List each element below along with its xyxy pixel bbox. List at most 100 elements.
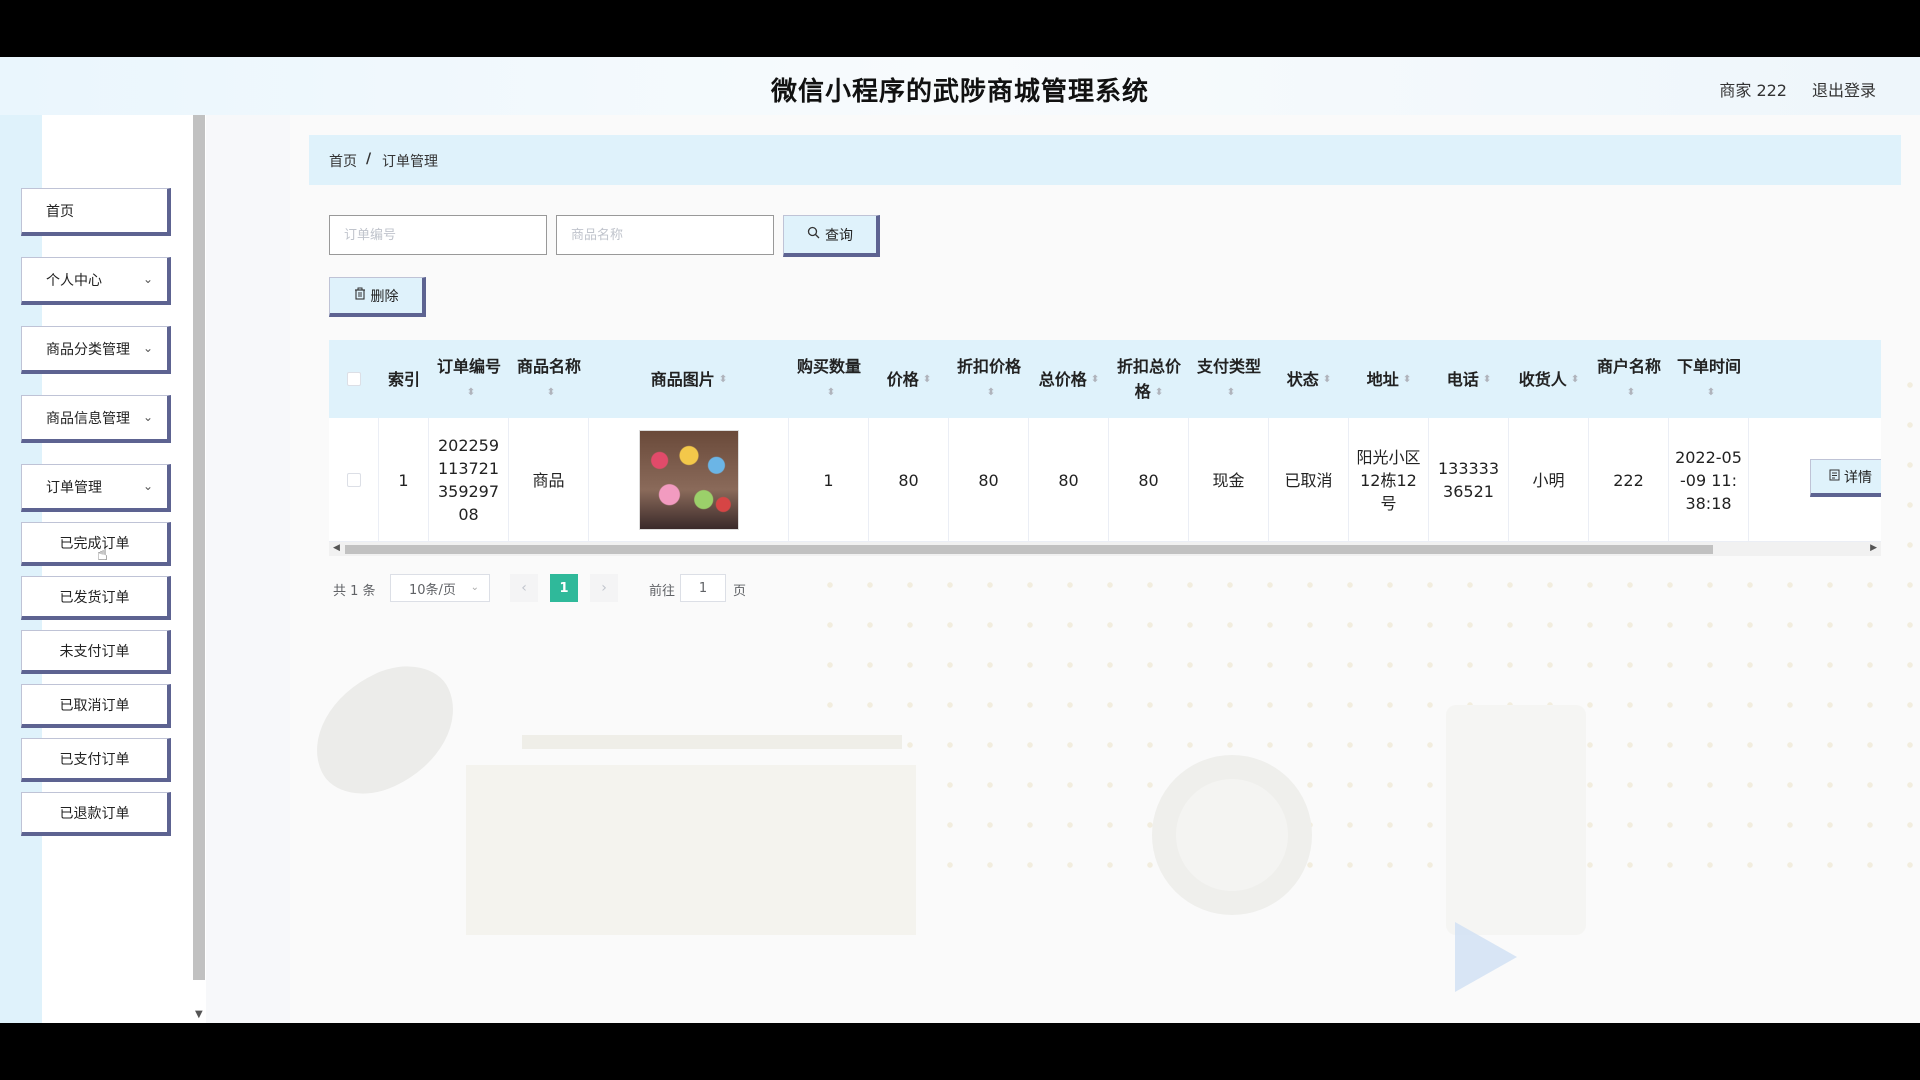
watermark-logo-icon bbox=[1455, 922, 1517, 992]
cell-discount-price: 80 bbox=[949, 418, 1029, 542]
cell-order-no: 20225911372135929708 bbox=[429, 418, 509, 542]
column-header-pay-type[interactable]: 支付类型 ⬍ bbox=[1189, 340, 1269, 418]
product-image[interactable] bbox=[638, 430, 739, 530]
sort-caret-icon[interactable]: ⬍ bbox=[547, 387, 555, 398]
sidebar-scrollbar-thumb[interactable] bbox=[193, 115, 205, 980]
sidebar-item-products[interactable]: 商品信息管理 ⌄ bbox=[21, 395, 171, 443]
column-header-quantity[interactable]: 购买数量 ⬍ bbox=[789, 340, 869, 418]
decoration-box bbox=[466, 765, 916, 935]
cell-product-name: 商品 bbox=[509, 418, 589, 542]
table-header: 索引 订单编号 ⬍ 商品名称 ⬍ 商品图片 ⬍ 购买数量 ⬍ 价格 ⬍ 折扣价格 ⬍ 总价格… bbox=[329, 340, 1881, 418]
column-header-product-image[interactable]: 商品图片 ⬍ bbox=[589, 340, 789, 418]
sidebar: 首页 个人中心 ⌄ 商品分类管理 ⌄ 商品信息管理 ⌄ 订单管理 ⌄ 已完成订单… bbox=[0, 115, 194, 1023]
sort-caret-icon[interactable]: ⬍ bbox=[1227, 387, 1235, 398]
column-header-label: 总价格 bbox=[1038, 369, 1087, 389]
column-header-label: 状态 bbox=[1286, 369, 1319, 389]
column-header-merchant[interactable]: 商户名称 ⬍ bbox=[1589, 340, 1669, 418]
row-select-cell bbox=[329, 418, 379, 542]
scroll-right-arrow-icon[interactable]: ▶ bbox=[1870, 543, 1877, 553]
column-header-label: 折扣价格 bbox=[956, 357, 1021, 376]
sort-caret-icon[interactable]: ⬍ bbox=[1627, 387, 1635, 398]
detail-button[interactable]: 详情 bbox=[1810, 459, 1881, 497]
sort-caret-icon[interactable]: ⬍ bbox=[1571, 375, 1579, 385]
column-header-discount-price[interactable]: 折扣价格 ⬍ bbox=[949, 340, 1029, 418]
sidebar-item-profile[interactable]: 个人中心 ⌄ bbox=[21, 257, 171, 305]
cell-order-time: 2022-05-09 11:38:18 bbox=[1669, 418, 1749, 542]
column-header-receiver[interactable]: 收货人 ⬍ bbox=[1509, 340, 1589, 418]
column-header-product-name[interactable]: 商品名称 ⬍ bbox=[509, 340, 589, 418]
page-size-value: 10条/页 bbox=[409, 582, 456, 598]
sort-caret-icon[interactable]: ⬍ bbox=[1403, 375, 1411, 385]
trash-icon bbox=[354, 287, 366, 304]
sidebar-subitem-label: 已支付订单 bbox=[59, 751, 130, 768]
user-label: 商家 222 bbox=[1719, 81, 1787, 100]
breadcrumb-current: 订单管理 bbox=[382, 154, 438, 170]
page-number-button[interactable]: 1 bbox=[550, 574, 578, 602]
sidebar-item-home[interactable]: 首页 bbox=[21, 188, 171, 236]
detail-button-label: 详情 bbox=[1844, 469, 1872, 486]
sidebar-subitem-refunded[interactable]: 已退款订单 bbox=[21, 792, 171, 836]
column-header-phone[interactable]: 电话 ⬍ bbox=[1429, 340, 1509, 418]
decoration-shelf bbox=[522, 735, 902, 749]
top-header: 微信小程序的武陟商城管理系统 商家 222 退出登录 bbox=[0, 57, 1920, 115]
row-checkbox[interactable] bbox=[346, 473, 361, 487]
search-button-label: 查询 bbox=[825, 227, 853, 244]
sidebar-item-label: 商品信息管理 bbox=[46, 410, 130, 427]
logout-link[interactable]: 退出登录 bbox=[1812, 77, 1876, 101]
prev-page-button[interactable]: ‹ bbox=[510, 574, 538, 602]
sort-caret-icon[interactable]: ⬍ bbox=[1155, 387, 1163, 398]
table-scrollbar-thumb[interactable] bbox=[345, 545, 1713, 554]
select-all-checkbox[interactable] bbox=[347, 372, 361, 386]
next-page-button[interactable]: › bbox=[590, 574, 618, 602]
sort-caret-icon[interactable]: ⬍ bbox=[987, 387, 995, 398]
breadcrumb: 首页 / 订单管理 bbox=[309, 135, 1901, 185]
delete-button[interactable]: 删除 bbox=[329, 277, 426, 317]
sort-caret-icon[interactable]: ⬍ bbox=[1483, 375, 1491, 385]
sidebar-panel bbox=[42, 115, 192, 1023]
sidebar-item-label: 个人中心 bbox=[46, 272, 102, 289]
cell-total-price: 80 bbox=[1029, 418, 1109, 542]
cell-quantity: 1 bbox=[789, 418, 869, 542]
orders-table: 索引 订单编号 ⬍ 商品名称 ⬍ 商品图片 ⬍ 购买数量 ⬍ 价格 ⬍ 折扣价格 ⬍ 总价格… bbox=[329, 340, 1881, 556]
breadcrumb-home[interactable]: 首页 bbox=[329, 151, 357, 171]
sort-caret-icon[interactable]: ⬍ bbox=[827, 387, 835, 398]
chevron-down-icon: ⌄ bbox=[470, 582, 479, 593]
column-header-status[interactable]: 状态 ⬍ bbox=[1269, 340, 1349, 418]
column-header-label: 订单编号 bbox=[436, 357, 501, 376]
sort-caret-icon[interactable]: ⬍ bbox=[467, 387, 475, 398]
scroll-left-arrow-icon[interactable]: ◀ bbox=[333, 543, 340, 553]
sort-caret-icon[interactable]: ⬍ bbox=[1323, 375, 1331, 385]
column-header-label: 商户名称 bbox=[1596, 357, 1661, 376]
search-icon bbox=[807, 226, 820, 243]
sidebar-item-label: 首页 bbox=[46, 203, 74, 220]
sidebar-item-orders[interactable]: 订单管理 ⌄ bbox=[21, 464, 171, 512]
scroll-down-arrow-icon[interactable]: ▼ bbox=[195, 1009, 203, 1020]
table-horizontal-scrollbar[interactable]: ◀ ▶ bbox=[329, 542, 1881, 556]
sidebar-subitem-paid[interactable]: 已支付订单 bbox=[21, 738, 171, 782]
column-header-discount-total[interactable]: 折扣总价格 ⬍ bbox=[1109, 340, 1189, 418]
column-header-total-price[interactable]: 总价格 ⬍ bbox=[1029, 340, 1109, 418]
product-name-input[interactable] bbox=[556, 215, 774, 255]
sort-caret-icon[interactable]: ⬍ bbox=[719, 375, 727, 385]
sidebar-subitem-completed[interactable]: 已完成订单 bbox=[21, 522, 171, 566]
sidebar-subitem-shipped[interactable]: 已发货订单 bbox=[21, 576, 171, 620]
column-header-label: 地址 bbox=[1366, 369, 1399, 389]
column-header-label: 收货人 bbox=[1518, 369, 1567, 389]
sort-caret-icon[interactable]: ⬍ bbox=[1707, 387, 1715, 398]
column-header-order-no[interactable]: 订单编号 ⬍ bbox=[429, 340, 509, 418]
cell-phone: 13333336521 bbox=[1429, 418, 1509, 542]
page-size-select[interactable]: 10条/页 ⌄ bbox=[390, 574, 490, 602]
search-button[interactable]: 查询 bbox=[783, 215, 880, 257]
sidebar-item-category[interactable]: 商品分类管理 ⌄ bbox=[21, 326, 171, 374]
goto-page-input[interactable] bbox=[680, 574, 726, 602]
column-header-index: 索引 bbox=[379, 340, 429, 418]
sort-caret-icon[interactable]: ⬍ bbox=[923, 375, 931, 385]
sort-caret-icon[interactable]: ⬍ bbox=[1091, 375, 1099, 385]
sidebar-subitem-unpaid[interactable]: 未支付订单 bbox=[21, 630, 171, 674]
sidebar-subitem-cancelled[interactable]: 已取消订单 bbox=[21, 684, 171, 728]
column-header-order-time[interactable]: 下单时间 ⬍ bbox=[1669, 340, 1749, 418]
column-header-label: 下单时间 bbox=[1676, 357, 1741, 376]
column-header-address[interactable]: 地址 ⬍ bbox=[1349, 340, 1429, 418]
column-header-price[interactable]: 价格 ⬍ bbox=[869, 340, 949, 418]
order-no-input[interactable] bbox=[329, 215, 547, 255]
